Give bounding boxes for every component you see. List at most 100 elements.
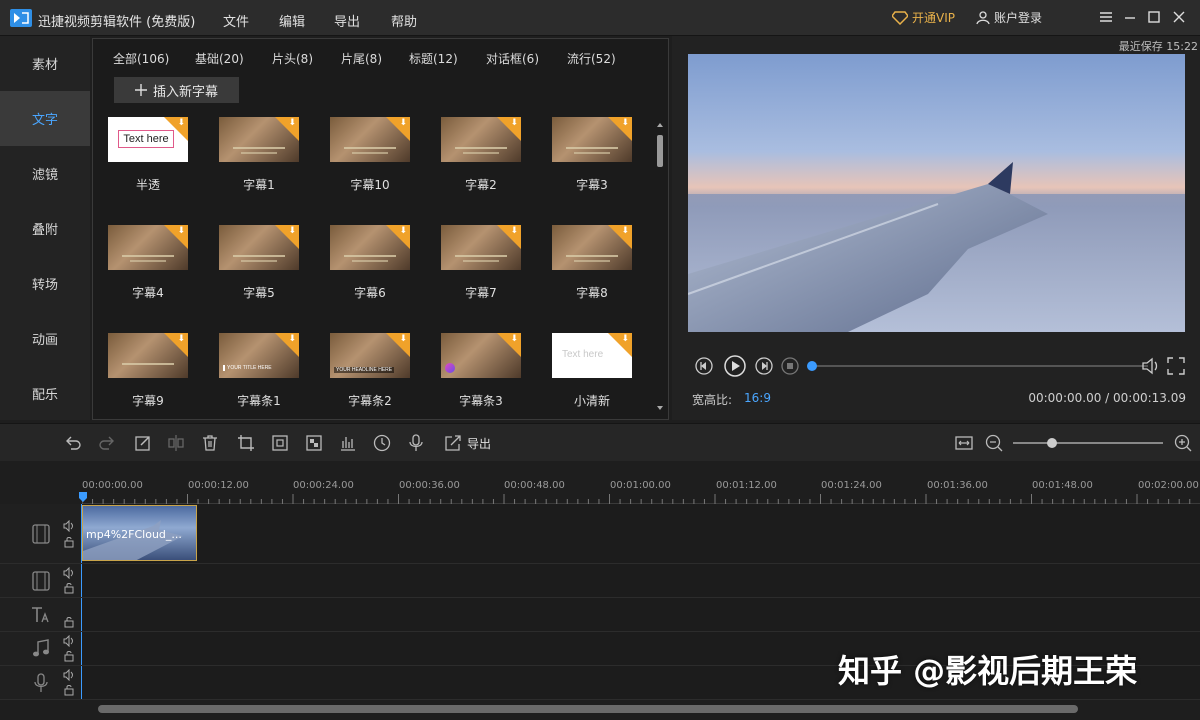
player-controls [690,354,1190,378]
export-icon[interactable] [443,433,463,453]
redo-icon[interactable] [97,433,117,453]
template-tile[interactable]: ⬇ 字幕3 [552,117,632,193]
template-tile[interactable]: ⬇ 字幕1 [219,117,299,193]
sidebar-item-transitions[interactable]: 转场 [0,256,90,311]
resize-icon[interactable] [270,433,290,453]
track-content[interactable] [82,564,1200,597]
fit-timeline-icon[interactable] [954,433,974,453]
template-tile[interactable]: YOUR TITLE HERE ⬇ 字幕条1 [219,333,299,409]
split-icon[interactable] [166,433,186,453]
seek-handle[interactable] [807,361,817,371]
speed-icon[interactable] [372,433,392,453]
template-tile[interactable]: ⬇ 字幕7 [441,225,521,301]
sidebar-item-animation[interactable]: 动画 [0,311,90,366]
template-tile[interactable]: ⬇ 字幕2 [441,117,521,193]
category-tabs: 全部(106) 基础(20) 片头(8) 片尾(8) 标题(12) 对话框(6)… [93,50,653,70]
previous-frame-icon[interactable] [694,356,714,376]
aspect-ratio-value[interactable]: 16:9 [744,391,771,405]
tab-title[interactable]: 标题(12) [409,50,458,67]
tab-outro[interactable]: 片尾(8) [341,50,382,67]
audio-wave-icon[interactable] [338,433,358,453]
template-preview-text: YOUR HEADLINE HERE [334,367,395,373]
lock-icon[interactable] [63,650,75,662]
microphone-icon[interactable] [406,433,426,453]
next-frame-icon[interactable] [754,356,774,376]
template-tile[interactable]: Text here ⬇ 半透 [108,117,188,193]
close-icon[interactable] [1170,8,1188,26]
film-icon [32,524,50,544]
template-label: 字幕条1 [237,394,281,408]
sidebar-item-media[interactable]: 素材 [0,36,90,91]
template-tile[interactable]: YOUR HEADLINE HERE ⬇ 字幕条2 [330,333,410,409]
play-icon[interactable] [723,354,747,378]
sidebar-item-music[interactable]: 配乐 [0,366,90,421]
video-preview[interactable] [688,54,1185,332]
tab-basic[interactable]: 基础(20) [195,50,244,67]
template-tile[interactable]: ⬇ 字幕4 [108,225,188,301]
delete-icon[interactable] [200,433,220,453]
download-icon: ⬇ [288,226,296,236]
insert-subtitle-button[interactable]: 插入新字幕 [114,77,239,103]
timeline-ruler[interactable]: 00:00:00.00 00:00:12.00 00:00:24.00 00:0… [79,476,1200,504]
template-tile[interactable]: Text here ⬇ 小清新 [552,333,632,409]
template-tile[interactable]: ⬇ 字幕条3 [441,333,521,409]
volume-icon[interactable] [63,520,75,532]
mosaic-icon[interactable] [304,433,324,453]
zoom-slider[interactable] [1013,438,1163,448]
undo-icon[interactable] [63,433,83,453]
edit-icon[interactable] [133,433,153,453]
zoom-slider-handle[interactable] [1047,438,1057,448]
template-tile[interactable]: ⬇ 字幕5 [219,225,299,301]
vip-button[interactable]: 开通VIP [892,9,955,26]
tab-popular[interactable]: 流行(52) [567,50,616,67]
lock-icon[interactable] [63,536,75,548]
menu-icon[interactable] [1097,8,1115,26]
template-tile[interactable]: ⬇ 字幕8 [552,225,632,301]
volume-icon[interactable] [63,635,75,647]
tab-all[interactable]: 全部(106) [113,50,169,67]
zoom-in-icon[interactable] [1173,433,1193,453]
crop-icon[interactable] [236,433,256,453]
zoom-out-icon[interactable] [984,433,1004,453]
menu-help[interactable]: 帮助 [391,11,417,30]
lock-icon[interactable] [63,616,75,628]
tab-intro[interactable]: 片头(8) [272,50,313,67]
template-label: 字幕7 [465,286,497,300]
film-icon [32,571,50,591]
download-icon: ⬇ [399,334,407,344]
minimize-icon[interactable] [1121,8,1139,26]
video-clip[interactable]: mp4%2FCloud_... [82,505,197,561]
tab-dialog[interactable]: 对话框(6) [486,50,539,67]
track-content[interactable]: mp4%2FCloud_... [82,504,1200,563]
maximize-icon[interactable] [1145,8,1163,26]
fullscreen-icon[interactable] [1166,356,1186,376]
timeline-horizontal-scrollbar[interactable] [84,702,1194,716]
library-scrollbar[interactable] [655,119,665,414]
template-tile[interactable]: ⬇ 字幕9 [108,333,188,409]
export-button-label[interactable]: 导出 [467,435,491,452]
download-icon: ⬇ [177,226,185,236]
download-icon: ⬇ [510,118,518,128]
scrollbar-thumb[interactable] [98,705,1078,713]
track-content[interactable] [82,598,1200,631]
lock-icon[interactable] [63,582,75,594]
lock-icon[interactable] [63,684,75,696]
account-login-button[interactable]: 账户登录 [976,9,1042,26]
template-tile[interactable]: ⬇ 字幕6 [330,225,410,301]
timeline-toolbar: 导出 [0,423,1200,461]
volume-icon[interactable] [1140,356,1160,376]
sidebar-item-text[interactable]: 文字 [0,91,90,146]
menu-edit[interactable]: 编辑 [279,11,305,30]
stop-icon[interactable] [780,356,800,376]
track-header [0,632,82,665]
download-icon: ⬇ [399,226,407,236]
menu-file[interactable]: 文件 [223,11,249,30]
seek-bar[interactable] [807,361,1148,371]
sidebar-item-overlay[interactable]: 叠附 [0,201,90,256]
volume-icon[interactable] [63,567,75,579]
template-tile[interactable]: ⬇ 字幕10 [330,117,410,193]
volume-icon[interactable] [63,669,75,681]
sidebar-item-filters[interactable]: 滤镜 [0,146,90,201]
menu-export[interactable]: 导出 [334,11,360,30]
playhead-icon[interactable] [79,492,87,502]
